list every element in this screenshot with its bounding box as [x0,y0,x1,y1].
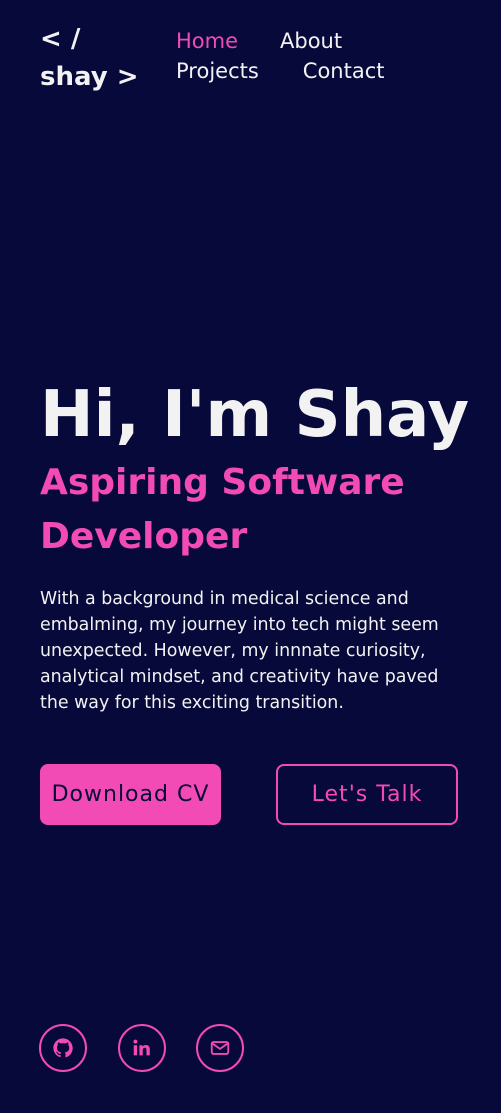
lets-talk-button[interactable]: Let's Talk [276,764,458,825]
logo-line-1: < / [40,24,81,54]
nav-link-contact[interactable]: Contact [303,56,385,86]
github-link[interactable] [39,1024,87,1072]
hero-description: With a background in medical science and… [40,589,439,713]
main-nav: Home About Projects Contact [176,26,436,86]
nav-link-projects[interactable]: Projects [176,56,259,86]
linkedin-link[interactable] [118,1024,166,1072]
site-logo[interactable]: < / shay > [40,20,139,96]
linkedin-icon [131,1037,153,1059]
github-icon [52,1037,74,1059]
hero-subtitle: Aspiring Software Developer [40,462,405,557]
hero-title: Hi, I'm Shay [40,378,470,452]
email-link[interactable] [196,1024,244,1072]
nav-link-home[interactable]: Home [176,26,238,56]
nav-link-about[interactable]: About [280,26,342,56]
logo-line-2: shay > [40,62,139,92]
mail-icon [209,1037,231,1059]
download-cv-button[interactable]: Download CV [40,764,221,825]
